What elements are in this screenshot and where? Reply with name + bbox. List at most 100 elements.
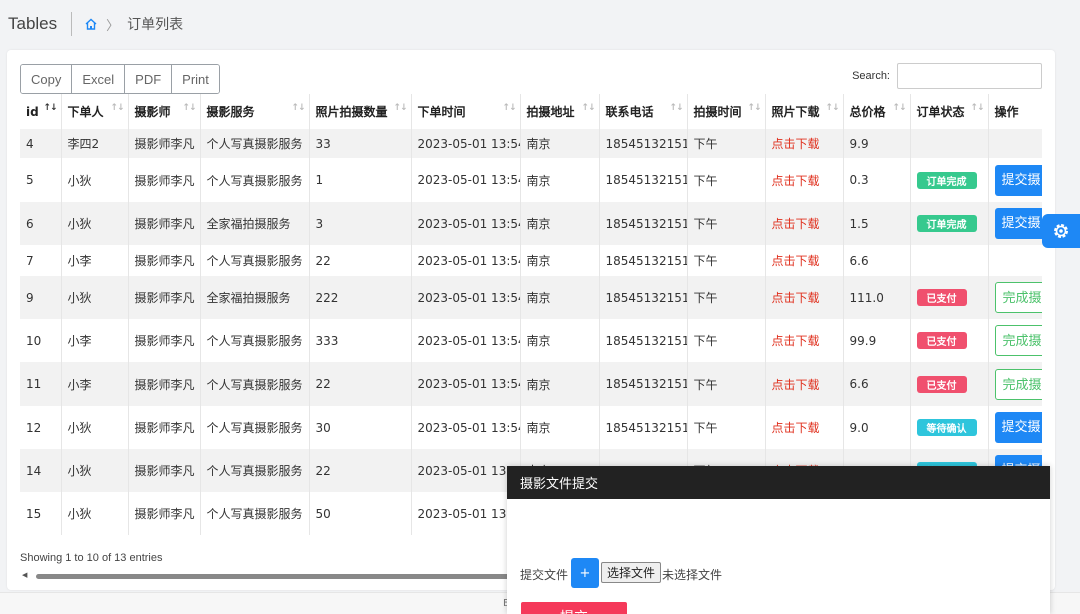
column-header[interactable]: 下单时间 ↑↓ — [411, 94, 521, 129]
cell-shoot: 下午 — [687, 276, 766, 319]
cell-addr: 南京 — [520, 129, 600, 158]
table-header-row: id ↑↓ 下单人 ↑↓ 摄影师 ↑↓ 摄影服务 ↑↓ 照片拍摄数量 ↑↓ 下单时间 ↑↓ 拍摄地址 ↑↓… — [20, 94, 1042, 129]
cell-text: 2023-05-01 13:54 — [417, 463, 520, 478]
submit-button[interactable]: 提交 — [521, 602, 627, 614]
status-badge: 已支付 — [916, 289, 967, 306]
column-header[interactable]: 下单人 ↑↓ — [61, 94, 129, 129]
column-header[interactable]: 照片拍摄数量 ↑↓ — [309, 94, 412, 129]
print-button[interactable]: Print — [172, 65, 219, 93]
cell-phone: 18545132151 — [599, 319, 688, 362]
excel-button[interactable]: Excel — [72, 65, 126, 93]
column-header[interactable]: 照片下载 ↑↓ — [765, 94, 844, 129]
column-header[interactable]: 订单状态 ↑↓ — [910, 94, 989, 129]
complete-shoot-button[interactable]: 完成摄 — [994, 368, 1042, 400]
cell-customer: 李四2 — [61, 129, 129, 158]
cell-text: 个人写真摄影服务 — [206, 254, 303, 268]
cell-text: 2023-05-01 13:54 — [417, 216, 520, 231]
cell-text: 摄影师李凡 — [134, 334, 195, 348]
cell-text: 下午 — [693, 137, 718, 151]
choose-file-button[interactable]: 选择文件 — [601, 562, 662, 583]
table-row: 9 小狄 摄影师李凡 全家福拍摄服务 222 2023-05-01 13:54 南京 1854… — [20, 276, 1042, 319]
cell-download: 点击下载 — [765, 319, 844, 362]
column-header[interactable]: 摄影服务 ↑↓ — [200, 94, 310, 129]
cell-customer: 小狄 — [61, 158, 129, 202]
cell-text: 小狄 — [67, 217, 92, 231]
complete-shoot-button[interactable]: 完成摄 — [994, 282, 1042, 313]
cell-phone: 18545132151 — [599, 158, 688, 202]
sort-icon: ↑↓ — [669, 103, 683, 113]
cell-text: 5 — [26, 173, 34, 187]
home-icon[interactable] — [84, 17, 98, 31]
cell-action: 提交摄 — [988, 406, 1042, 449]
table-row: 12 小狄 摄影师李凡 个人写真摄影服务 30 2023-05-01 13:54 南京 185… — [20, 406, 1042, 449]
cell-addr: 南京 — [520, 245, 600, 276]
cell-text: 摄影师李凡 — [134, 464, 195, 478]
sort-icon: ↑↓ — [43, 103, 57, 113]
download-link[interactable]: 点击下载 — [772, 421, 820, 435]
scrollbar-thumb[interactable] — [36, 574, 516, 579]
table-row: 7 小李 摄影师李凡 个人写真摄影服务 22 2023-05-01 13:54 南京 1854… — [20, 245, 1042, 276]
cell-text: 摄影师李凡 — [134, 217, 195, 231]
copy-button[interactable]: Copy — [21, 65, 73, 93]
column-header[interactable]: 拍摄地址 ↑↓ — [520, 94, 600, 129]
status-badge: 已支付 — [916, 332, 967, 349]
cell-text: 李四2 — [67, 137, 100, 151]
cell-photographer: 摄影师李凡 — [128, 406, 201, 449]
cell-photographer: 摄影师李凡 — [128, 492, 201, 535]
search-input[interactable] — [897, 63, 1042, 89]
settings-button[interactable] — [1042, 214, 1080, 248]
cell-service: 全家福拍摄服务 — [200, 202, 310, 245]
cell-status: 已支付 — [910, 362, 989, 406]
download-link[interactable]: 点击下载 — [772, 291, 820, 305]
column-header[interactable]: 联系电话 ↑↓ — [599, 94, 688, 129]
cell-id: 15 — [20, 492, 62, 535]
cell-text: 222 — [315, 290, 339, 305]
column-header[interactable]: 摄影师 ↑↓ — [128, 94, 201, 129]
download-link[interactable]: 点击下载 — [772, 254, 820, 268]
cell-text: 小李 — [67, 334, 92, 348]
cell-phone: 18545132151 — [599, 362, 688, 406]
pdf-button[interactable]: PDF — [125, 65, 173, 93]
cell-customer: 小狄 — [61, 276, 129, 319]
column-header[interactable]: 总价格 ↑↓ — [843, 94, 911, 129]
cell-text: 1 — [315, 173, 324, 187]
cell-addr: 南京 — [520, 202, 600, 245]
cell-phone: 18545132151 — [599, 202, 688, 245]
cell-addr: 南京 — [520, 276, 600, 319]
cell-text: 0.3 — [849, 173, 869, 187]
add-file-button[interactable]: + — [571, 558, 599, 588]
horizontal-scrollbar[interactable]: ◀ — [20, 571, 520, 581]
complete-shoot-button[interactable]: 完成摄 — [994, 325, 1042, 356]
cell-phone: 18545132151 — [599, 245, 688, 276]
cell-download: 点击下载 — [765, 276, 844, 319]
download-link[interactable]: 点击下载 — [772, 378, 820, 392]
cell-text: 个人写真摄影服务 — [206, 377, 303, 392]
download-link[interactable]: 点击下载 — [772, 174, 820, 188]
cell-qty: 1 — [309, 158, 412, 202]
submit-photos-button[interactable]: 提交摄 — [994, 208, 1042, 239]
cell-download: 点击下载 — [765, 406, 844, 449]
submit-photos-button[interactable]: 提交摄 — [994, 412, 1042, 443]
column-header-label: 联系电话 — [605, 105, 654, 119]
submit-photos-button[interactable]: 提交摄 — [994, 164, 1042, 196]
column-header[interactable]: 拍摄时间 ↑↓ — [687, 94, 766, 129]
cell-text: 摄影师李凡 — [134, 507, 195, 521]
download-link[interactable]: 点击下载 — [772, 334, 820, 348]
cell-photographer: 摄影师李凡 — [128, 362, 201, 406]
cell-text: 18545132151 — [605, 333, 687, 348]
cell-text: 南京 — [526, 254, 551, 268]
download-link[interactable]: 点击下载 — [772, 137, 820, 151]
cell-time: 2023-05-01 13:54 — [411, 362, 521, 406]
column-header[interactable]: id ↑↓ — [20, 94, 62, 129]
cell-text: 14 — [26, 463, 42, 478]
column-header-label: 下单人 — [67, 105, 104, 119]
scroll-left-icon[interactable]: ◀ — [22, 571, 27, 579]
table-row: 4 李四2 摄影师李凡 个人写真摄影服务 33 2023-05-01 13:54 南京 185… — [20, 129, 1042, 158]
cell-text: 南京 — [526, 334, 551, 348]
cell-action: 提交摄 — [988, 158, 1042, 202]
download-link[interactable]: 点击下载 — [772, 217, 820, 231]
cell-service: 个人写真摄影服务 — [200, 362, 310, 406]
cell-customer: 小狄 — [61, 202, 129, 245]
column-header[interactable]: 操作 — [988, 94, 1042, 129]
cell-photographer: 摄影师李凡 — [128, 158, 201, 202]
